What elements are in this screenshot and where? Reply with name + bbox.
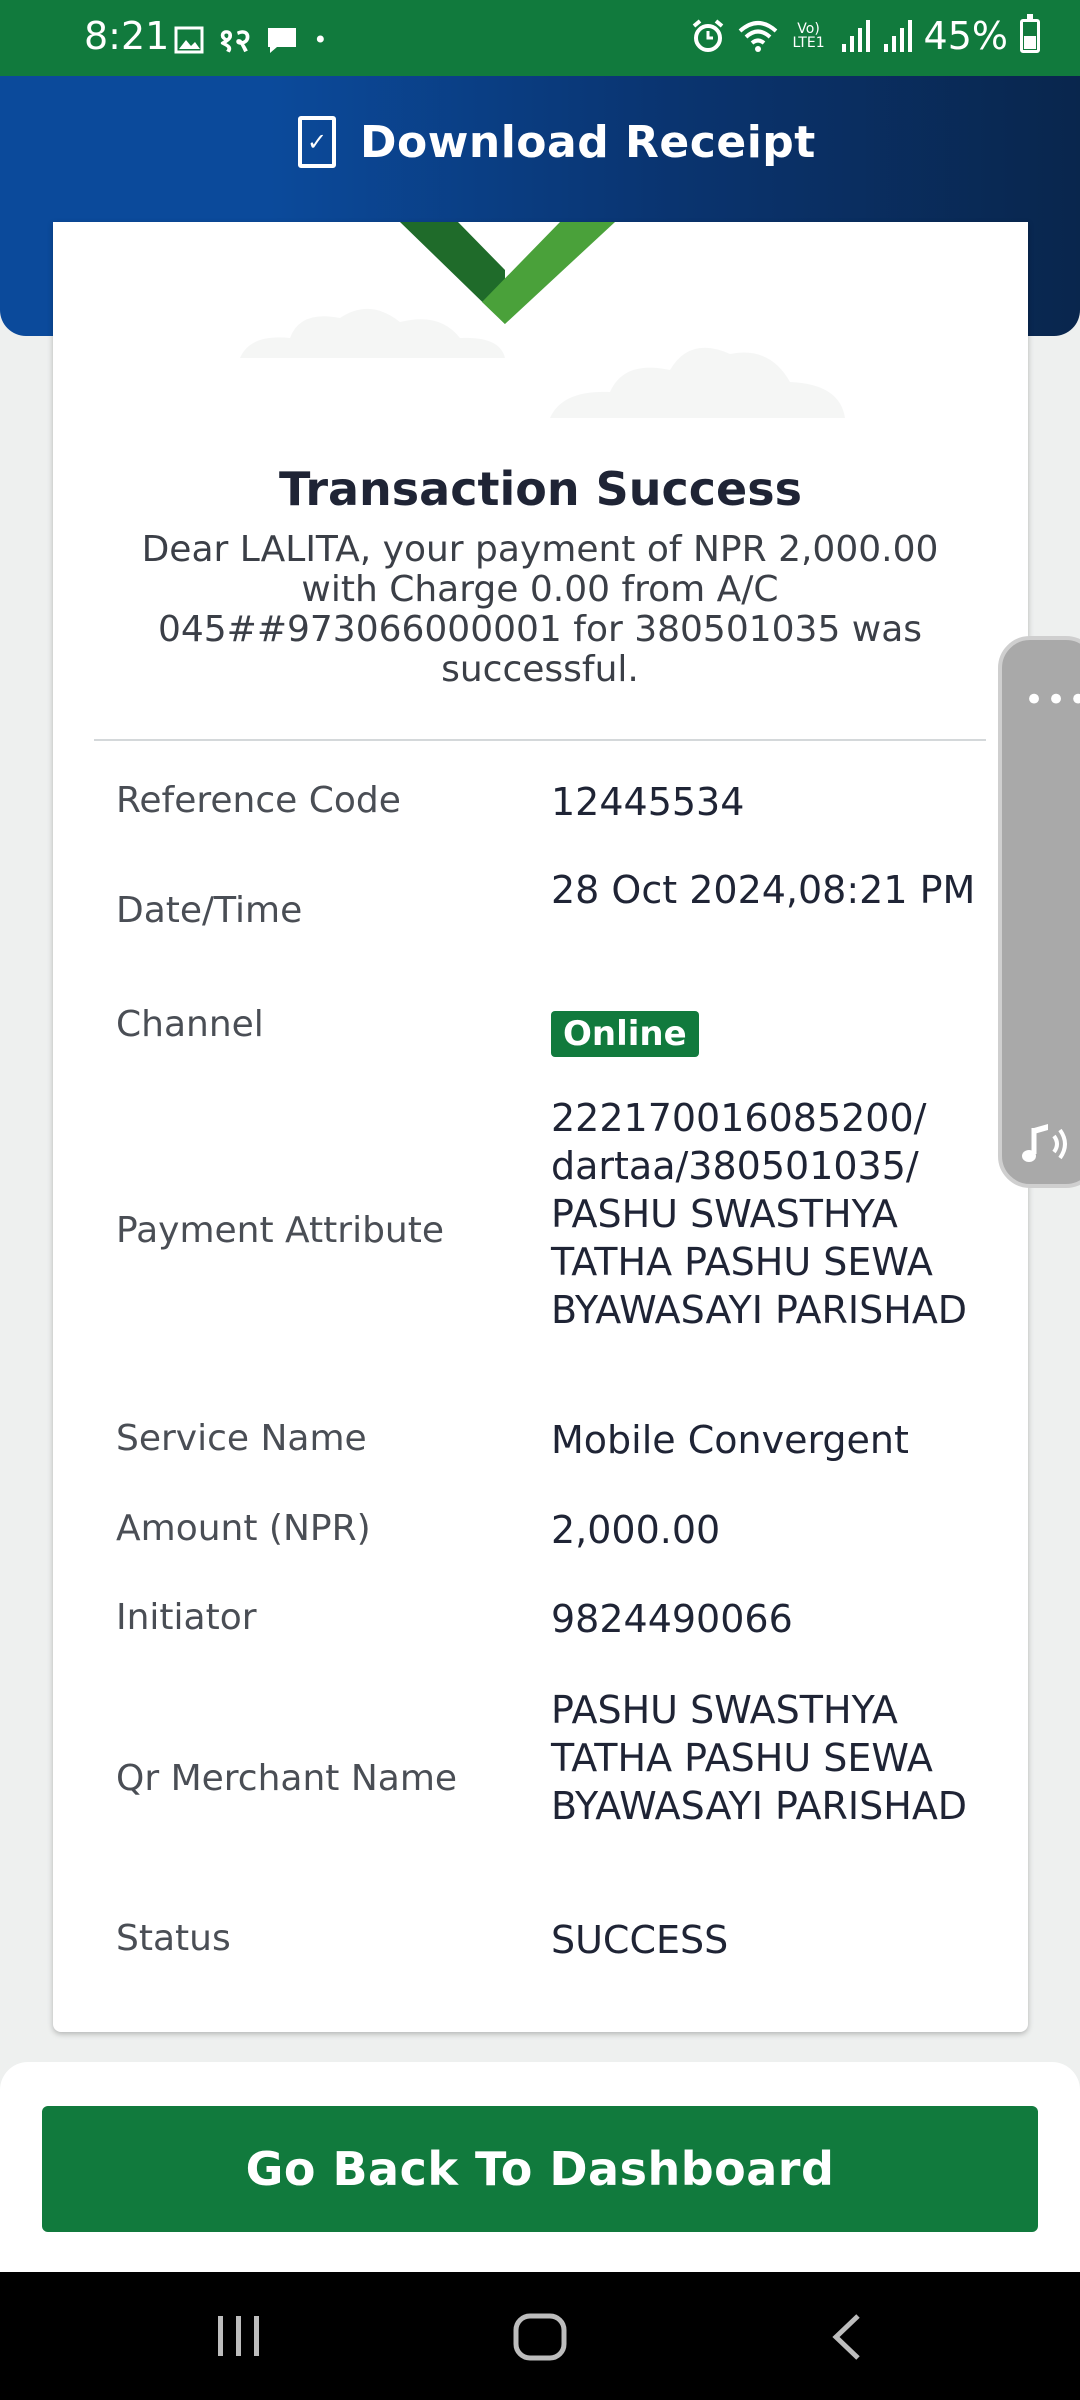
channel-badge: Online bbox=[551, 1011, 699, 1057]
wifi-icon bbox=[738, 21, 777, 52]
home-icon[interactable] bbox=[512, 2312, 568, 2362]
status-bar: 8:21 १२ • Vo) LTE1 45% bbox=[0, 0, 1080, 76]
battery-percent: 45% bbox=[923, 14, 1008, 58]
pdf-download-icon bbox=[298, 116, 336, 168]
row-value: SUCCESS bbox=[551, 1918, 729, 1962]
status-time: 8:21 bbox=[84, 14, 170, 58]
signal-icon bbox=[841, 20, 870, 52]
row-label: Qr Merchant Name bbox=[116, 1758, 458, 1799]
row-value: 2,000.00 bbox=[551, 1508, 721, 1552]
message-icon bbox=[268, 27, 297, 53]
volte-icon: Vo) LTE1 bbox=[792, 21, 825, 51]
status-right-icons: Vo) LTE1 45% bbox=[690, 14, 1040, 58]
signal-icon bbox=[883, 20, 912, 52]
row-value: 222170016085200/ dartaa/380501035/ PASHU… bbox=[551, 1096, 968, 1332]
row-value: Mobile Convergent bbox=[551, 1418, 909, 1462]
accessibility-sound-icon[interactable] bbox=[1020, 1120, 1076, 1168]
dot-icon: • bbox=[313, 25, 328, 54]
row-label: Status bbox=[116, 1918, 231, 1959]
success-check-icon bbox=[400, 222, 615, 324]
row-label: Service Name bbox=[116, 1418, 367, 1459]
image-icon bbox=[174, 26, 204, 53]
row-label: Initiator bbox=[116, 1597, 257, 1638]
row-value: 28 Oct 2024,08:21 PM bbox=[551, 868, 976, 912]
more-dots-icon[interactable]: ••• bbox=[1024, 680, 1080, 720]
system-nav-bar bbox=[0, 2272, 1080, 2400]
download-receipt-button[interactable]: Download Receipt bbox=[298, 116, 816, 168]
row-value: PASHU SWASTHYA TATHA PASHU SEWA BYAWASAY… bbox=[551, 1688, 968, 1828]
battery-icon bbox=[1020, 14, 1040, 53]
row-label: Channel bbox=[116, 1004, 264, 1045]
transaction-message: Dear LALITA, your payment of NPR 2,000.0… bbox=[141, 529, 939, 690]
status-left-icons: १२ • bbox=[174, 18, 327, 61]
go-back-to-dashboard-button[interactable]: Go Back To Dashboard bbox=[42, 2106, 1038, 2232]
row-label: Amount (NPR) bbox=[116, 1508, 371, 1549]
notification-text-icon: १२ bbox=[218, 21, 252, 59]
divider bbox=[94, 739, 986, 741]
row-value: 12445534 bbox=[551, 780, 745, 824]
row-label: Date/Time bbox=[116, 890, 303, 931]
back-icon[interactable] bbox=[828, 2312, 864, 2362]
recent-apps-icon[interactable] bbox=[214, 2314, 264, 2358]
row-label: Payment Attribute bbox=[116, 1210, 445, 1251]
floating-side-panel[interactable]: ••• bbox=[998, 636, 1080, 1188]
row-value-wrap: Online bbox=[551, 1008, 976, 1057]
transaction-title: Transaction Success bbox=[279, 462, 802, 516]
cloud-decoration-icon bbox=[550, 347, 845, 418]
row-value: 9824490066 bbox=[551, 1597, 793, 1641]
row-label: Reference Code bbox=[116, 780, 401, 821]
header-title: Download Receipt bbox=[360, 116, 816, 168]
alarm-icon bbox=[692, 19, 723, 52]
